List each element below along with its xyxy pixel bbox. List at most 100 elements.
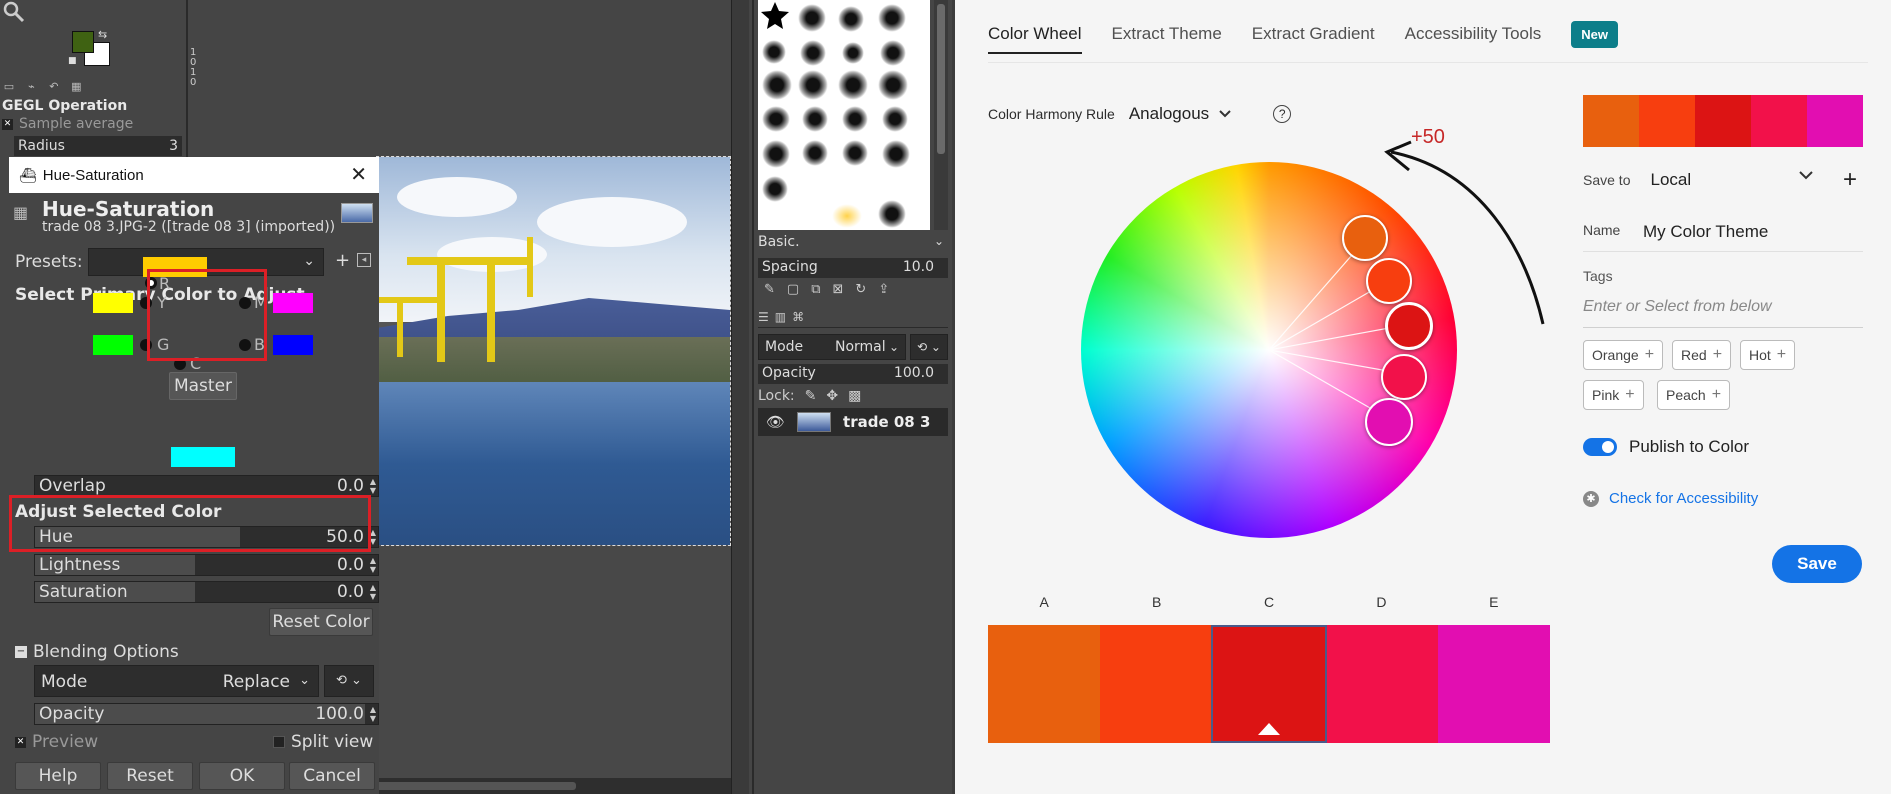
tag-red[interactable]: Red + xyxy=(1672,340,1732,370)
composite-mode-dropdown[interactable]: ⟲ ⌄ xyxy=(324,665,374,697)
master-button[interactable]: Master xyxy=(169,372,237,400)
undo-history-tab-icon[interactable]: ↶ xyxy=(45,80,63,94)
brush-preset[interactable] xyxy=(842,140,868,166)
tag-pink[interactable]: Pink + xyxy=(1583,380,1644,410)
tag-orange[interactable]: Orange + xyxy=(1583,340,1664,370)
layers-tab-icon[interactable]: ☰ xyxy=(758,310,769,327)
add-library-icon[interactable]: + xyxy=(1843,166,1857,194)
brush-preset[interactable] xyxy=(842,106,868,132)
sample-average-toggle[interactable]: ✕ Sample average xyxy=(2,116,133,132)
close-icon[interactable]: ✕ xyxy=(350,162,367,187)
brush-preset[interactable] xyxy=(798,70,828,100)
checkbox-icon[interactable]: ✕ xyxy=(2,118,13,130)
spinner-icon[interactable]: ▲ ▼ xyxy=(370,477,376,495)
preset-menu-icon[interactable]: ◂ xyxy=(357,253,371,267)
save-to-dropdown[interactable]: Local xyxy=(1650,170,1691,190)
brush-preset[interactable] xyxy=(802,106,828,132)
horizontal-scrollbar[interactable] xyxy=(376,778,731,794)
brush-preset[interactable] xyxy=(878,200,906,228)
blue-channel-swatch[interactable] xyxy=(273,335,313,355)
spacing-slider[interactable]: Spacing 10.0 xyxy=(758,258,948,278)
swap-colors-icon[interactable]: ⇆ xyxy=(98,28,107,41)
tool-options-tab-icon[interactable]: ▭ xyxy=(0,80,18,94)
tags-input[interactable]: Enter or Select from below xyxy=(1583,298,1863,328)
theme-swatch-d[interactable] xyxy=(1326,625,1439,743)
brush-scrollbar[interactable] xyxy=(934,0,948,230)
magenta-channel-swatch[interactable] xyxy=(273,293,313,313)
foreground-color-swatch[interactable] xyxy=(72,31,94,53)
image-canvas[interactable] xyxy=(376,156,731,546)
split-view-toggle[interactable]: Split view xyxy=(273,732,373,752)
spinner-icon[interactable]: ▲ ▼ xyxy=(370,583,376,601)
help-button[interactable]: Help xyxy=(15,762,101,790)
name-field[interactable]: Name My Color Theme xyxy=(1583,222,1863,252)
saturation-slider[interactable]: Saturation 0.0 ▲ ▼ xyxy=(34,581,379,603)
reset-colors-icon[interactable]: ■ xyxy=(68,56,77,66)
cyan-channel-swatch[interactable] xyxy=(171,447,235,467)
help-icon[interactable]: ? xyxy=(1273,105,1292,123)
checkbox-icon[interactable] xyxy=(273,736,285,748)
blending-options-toggle[interactable]: − Blending Options xyxy=(15,642,179,662)
tab-color-wheel[interactable]: Color Wheel xyxy=(988,24,1082,54)
tab-extract-gradient[interactable]: Extract Gradient xyxy=(1252,24,1375,44)
brush-preset[interactable] xyxy=(762,140,790,168)
brush-preset[interactable] xyxy=(878,4,906,32)
paths-tab-icon[interactable]: ⌘ xyxy=(792,310,804,327)
brush-preset[interactable] xyxy=(842,42,864,64)
refresh-brushes-icon[interactable]: ↻ xyxy=(855,282,866,300)
channels-tab-icon[interactable]: ▥ xyxy=(775,310,786,327)
opacity-slider[interactable]: Opacity 100.0 ▲ ▼ xyxy=(34,703,379,725)
lock-pixels-icon[interactable]: ✎ xyxy=(805,388,817,404)
spinner-icon[interactable]: ▲ ▼ xyxy=(370,556,376,574)
brush-preset[interactable] xyxy=(882,106,908,132)
brush-preset[interactable] xyxy=(838,70,868,100)
spinner-icon[interactable]: ▲ ▼ xyxy=(370,705,376,723)
theme-swatch-e[interactable] xyxy=(1438,625,1550,743)
chevron-down-icon[interactable] xyxy=(1799,170,1813,180)
brush-grid[interactable] xyxy=(758,0,930,230)
tag-peach[interactable]: Peach + xyxy=(1657,380,1731,410)
scrollbar-thumb[interactable] xyxy=(376,782,576,790)
layer-item[interactable]: 👁 trade 08 3 xyxy=(758,408,948,436)
dialog-titlebar[interactable]: ⛴ Hue-Saturation ✕ xyxy=(9,157,379,193)
layer-composite-dropdown[interactable]: ⟲ ⌄ xyxy=(910,334,948,360)
theme-swatch-c[interactable] xyxy=(1211,625,1327,743)
tab-accessibility-tools[interactable]: Accessibility Tools xyxy=(1405,24,1542,44)
color-handle-d[interactable] xyxy=(1381,354,1427,400)
brush-preset-dropdown[interactable]: Basic. ⌄ xyxy=(758,234,948,254)
lock-alpha-icon[interactable]: ▩ xyxy=(848,388,861,404)
add-preset-icon[interactable]: + xyxy=(335,250,350,271)
reset-button[interactable]: Reset xyxy=(107,762,193,790)
theme-swatch-a[interactable] xyxy=(988,625,1100,743)
selected-brush-preset[interactable] xyxy=(832,204,862,228)
visibility-eye-icon[interactable]: 👁 xyxy=(766,413,785,431)
lock-position-icon[interactable]: ✥ xyxy=(826,388,838,404)
brush-preset[interactable] xyxy=(762,176,788,202)
brush-preset[interactable] xyxy=(878,70,908,100)
preview-toggle[interactable]: ✕ Preview xyxy=(15,732,98,752)
reset-color-button[interactable]: Reset Color xyxy=(269,608,373,636)
color-handle-e[interactable] xyxy=(1365,398,1413,446)
tab-extract-theme[interactable]: Extract Theme xyxy=(1112,24,1222,44)
brush-preset[interactable] xyxy=(762,40,786,64)
brush-preset[interactable] xyxy=(838,6,864,32)
star-brush-icon[interactable] xyxy=(760,0,790,30)
vertical-scrollbar[interactable] xyxy=(731,0,749,794)
check-accessibility-link[interactable]: ✱ Check for Accessibility xyxy=(1583,490,1758,507)
radius-field[interactable]: Radius 3 xyxy=(14,136,182,156)
scrollbar-thumb[interactable] xyxy=(937,4,945,154)
save-button[interactable]: Save xyxy=(1772,545,1862,583)
cancel-button[interactable]: Cancel xyxy=(289,762,375,790)
panel-divider[interactable] xyxy=(186,0,188,160)
layer-mode-dropdown[interactable]: Mode Normal ⌄ xyxy=(758,334,906,360)
blend-mode-dropdown[interactable]: Mode Replace ⌄ xyxy=(34,665,319,697)
brush-preset[interactable] xyxy=(882,140,910,168)
brush-preset[interactable] xyxy=(802,140,828,166)
brush-preset[interactable] xyxy=(800,40,826,66)
brush-preset[interactable] xyxy=(798,4,826,32)
brush-preset[interactable] xyxy=(880,40,906,66)
publish-toggle[interactable] xyxy=(1583,438,1617,456)
tag-hot[interactable]: Hot + xyxy=(1740,340,1796,370)
harmony-dropdown[interactable]: Analogous xyxy=(1129,104,1231,124)
images-tab-icon[interactable]: ▦ xyxy=(67,80,85,94)
